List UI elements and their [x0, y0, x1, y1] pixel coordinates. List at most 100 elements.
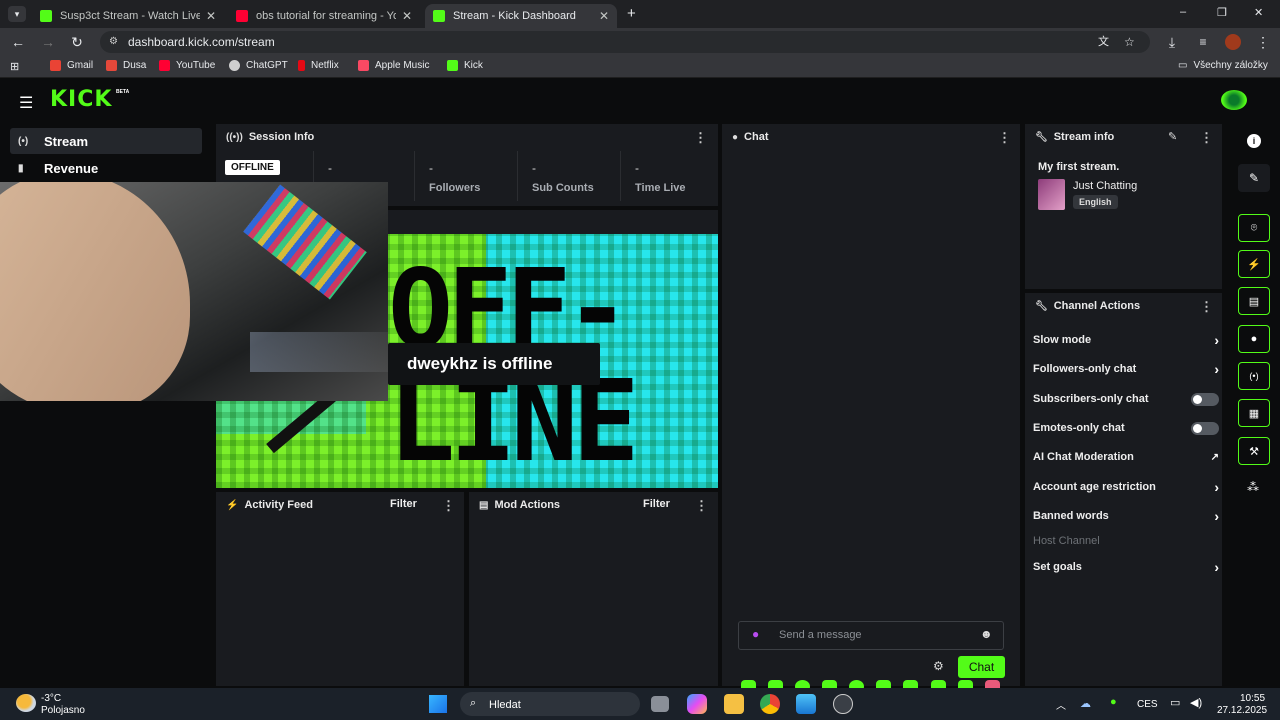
category-name[interactable]: Just Chatting	[1073, 180, 1137, 192]
kebab-menu-icon[interactable]: ⋮	[695, 498, 708, 514]
clock-time[interactable]: 10:55	[1240, 693, 1265, 704]
chevron-right-icon: ›	[1214, 479, 1219, 495]
microphone-tray-icon[interactable]: ●	[1110, 696, 1117, 708]
taskbar-search[interactable]: ⌕ Hledat	[460, 692, 640, 716]
chatgpt-icon	[229, 60, 240, 71]
close-tab-icon[interactable]: ✕	[206, 9, 216, 23]
media-control-icon[interactable]: ≡	[1194, 33, 1212, 51]
site-info-icon[interactable]: ⚙	[109, 31, 118, 53]
volume-icon[interactable]: ◀)	[1190, 696, 1202, 709]
browser-menu-icon[interactable]: ⋮	[1254, 33, 1272, 51]
mod-filter-button[interactable]: Filter	[643, 498, 670, 510]
kebab-menu-icon[interactable]: ⋮	[442, 498, 455, 514]
edit-pencil-icon[interactable]: ✎	[1168, 130, 1177, 143]
maximize-button[interactable]: ❐	[1217, 6, 1227, 19]
emoji-picker-icon[interactable]: ☻	[980, 627, 993, 641]
bookmark-apple-music[interactable]: Apple Music	[358, 60, 429, 71]
kebab-menu-icon[interactable]: ⋮	[1200, 299, 1213, 315]
users-icon[interactable]: ⁂	[1247, 480, 1259, 494]
broadcast-icon[interactable]: (•)	[1238, 362, 1270, 390]
back-button[interactable]: ←	[9, 33, 27, 51]
clock-date[interactable]: 27.12.2025	[1217, 705, 1267, 716]
sidebar-item-stream[interactable]: (•) Stream	[10, 128, 202, 154]
address-bar[interactable]: ⚙ dashboard.kick.com/stream 文 ☆	[100, 31, 1150, 53]
translate-icon[interactable]: 文	[1098, 31, 1109, 53]
bookmark-chatgpt[interactable]: ChatGPT	[229, 60, 288, 71]
forward-button[interactable]: →	[39, 33, 57, 51]
browser-tab-3[interactable]: Stream - Kick Dashboard ✕	[425, 4, 617, 28]
kebab-menu-icon[interactable]: ⋮	[694, 130, 707, 146]
bookmark-star-icon[interactable]: ☆	[1124, 31, 1135, 53]
file-explorer-icon[interactable]	[724, 694, 744, 714]
chat-input[interactable]: ● Send a message ☻	[738, 621, 1004, 650]
bookmark-gmail[interactable]: Gmail	[50, 60, 93, 71]
weather-icon[interactable]	[16, 694, 36, 712]
hand-photo-shape	[0, 182, 190, 401]
subscribers-only-toggle[interactable]	[1191, 392, 1219, 406]
user-avatar[interactable]	[1221, 90, 1247, 110]
microphone-icon[interactable]: ●	[752, 627, 759, 641]
bookmark-netflix[interactable]: Netflix	[298, 60, 339, 71]
browser-tab-1[interactable]: Susp3ct Stream - Watch Live on ✕	[32, 4, 224, 28]
pencil-icon[interactable]: ✎	[1238, 164, 1270, 192]
bookmark-label: Kick	[464, 60, 483, 71]
profile-avatar[interactable]	[1225, 34, 1241, 50]
close-window-button[interactable]: ✕	[1254, 6, 1263, 19]
camera-icon[interactable]: ⌾	[1238, 214, 1270, 242]
copilot-icon[interactable]	[687, 694, 707, 714]
wrench-icon[interactable]: ⚒	[1238, 437, 1270, 465]
chat-panel: ● Chat ⋮	[722, 124, 1020, 686]
all-bookmarks[interactable]: ▭ Všechny záložky	[1178, 60, 1268, 71]
action-followers-only[interactable]: Followers-only chat ›	[1033, 359, 1219, 379]
tab-list-button[interactable]: ▾	[8, 6, 26, 22]
close-tab-icon[interactable]: ✕	[599, 9, 609, 23]
minimize-button[interactable]: –	[1180, 6, 1186, 18]
chat-settings-icon[interactable]: ⚙	[933, 659, 944, 673]
bookmark-dusa[interactable]: Dusa	[106, 60, 146, 71]
bookmark-label: Netflix	[311, 60, 339, 71]
hamburger-menu-icon[interactable]: ☰	[19, 93, 33, 113]
task-view-icon[interactable]	[651, 696, 669, 712]
stat-value: -	[532, 161, 536, 175]
onedrive-icon[interactable]: ☁	[1080, 697, 1091, 710]
bookmark-kick[interactable]: Kick	[447, 60, 483, 71]
chat-icon[interactable]: ●	[1238, 325, 1270, 353]
send-chat-button[interactable]: Chat	[958, 656, 1005, 678]
network-icon[interactable]: ▭	[1170, 696, 1180, 709]
action-slow-mode[interactable]: Slow mode ›	[1033, 330, 1219, 350]
action-host-channel: Host Channel	[1033, 531, 1219, 551]
panel-title: Activity Feed	[244, 499, 313, 511]
download-icon[interactable]: ⤓	[1163, 33, 1181, 51]
bookmark-youtube[interactable]: YouTube	[159, 60, 215, 71]
kick-logo[interactable]: KICK	[50, 87, 112, 112]
tray-overflow-icon[interactable]: ︿	[1056, 697, 1066, 712]
browser-tab-2[interactable]: obs tutorial for streaming - You ✕	[228, 4, 420, 28]
action-ai-chat-moderation[interactable]: AI Chat Moderation ↗	[1033, 447, 1219, 467]
start-button[interactable]	[429, 695, 447, 713]
close-tab-icon[interactable]: ✕	[402, 9, 412, 23]
activity-filter-button[interactable]: Filter	[390, 498, 417, 510]
panel-header: ▤ Mod Actions	[479, 499, 560, 511]
info-icon[interactable]: i	[1247, 134, 1261, 148]
panel-title: Session Info	[248, 131, 315, 143]
emotes-only-toggle[interactable]	[1191, 421, 1219, 435]
stat-value: -	[328, 161, 332, 175]
notes-icon[interactable]: ▤	[1238, 287, 1270, 315]
input-language[interactable]: CES	[1137, 699, 1158, 710]
stat-time-live: - Time Live	[620, 151, 718, 201]
kebab-menu-icon[interactable]: ⋮	[1200, 130, 1213, 146]
chrome-icon[interactable]	[760, 694, 780, 714]
action-set-goals[interactable]: Set goals ›	[1033, 557, 1219, 577]
apps-grid-icon[interactable]: ⊞	[10, 60, 19, 73]
action-banned-words[interactable]: Banned words ›	[1033, 506, 1219, 526]
reload-button[interactable]: ↻	[68, 33, 86, 51]
bolt-icon[interactable]: ⚡	[1238, 250, 1270, 278]
action-account-age[interactable]: Account age restriction ›	[1033, 477, 1219, 497]
kebab-menu-icon[interactable]: ⋮	[998, 130, 1011, 146]
layout-icon[interactable]: ▦	[1238, 399, 1270, 427]
sidebar-item-revenue[interactable]: ▮ Revenue	[10, 155, 202, 181]
photos-icon[interactable]	[796, 694, 816, 714]
new-tab-button[interactable]: +	[627, 5, 636, 22]
steam-icon[interactable]	[833, 694, 853, 714]
action-label: Followers-only chat	[1033, 363, 1137, 375]
